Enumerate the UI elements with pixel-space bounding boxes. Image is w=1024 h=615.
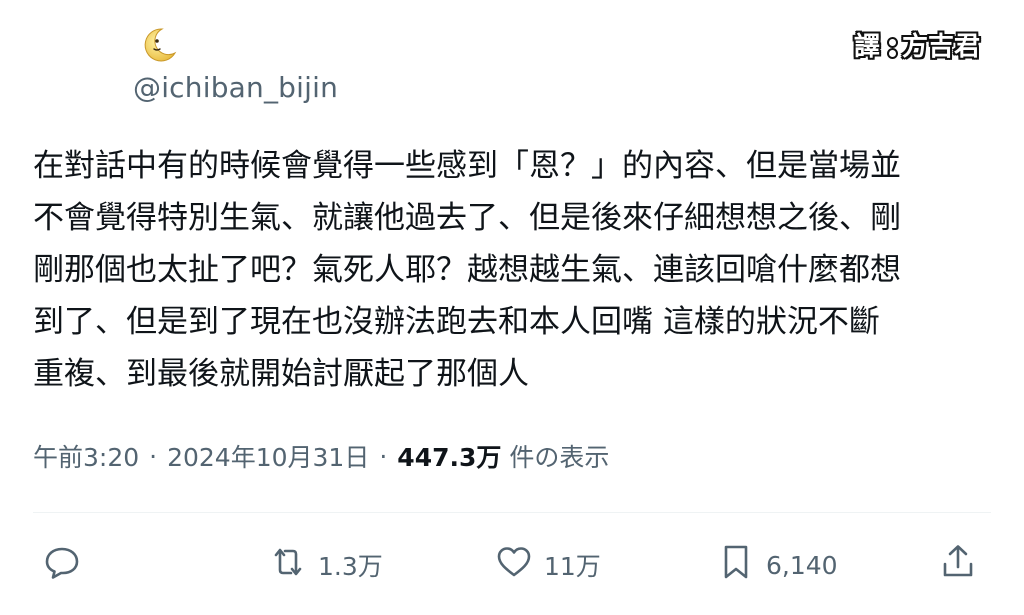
bookmark-button[interactable]: 6,140	[716, 540, 838, 590]
colon-separator-icon	[886, 37, 898, 59]
view-count-label: 件の表示	[509, 443, 610, 472]
tweet-header: @ichiban_bijin 譯 方吉君	[0, 0, 1024, 120]
tweet-text-line: 重複、到最後就開始討厭起了那個人	[33, 356, 529, 392]
like-button[interactable]: 11万	[494, 540, 601, 590]
share-icon	[938, 542, 978, 588]
translator-name: 方吉君	[901, 32, 980, 62]
post-date[interactable]: 2024年10月31日	[167, 438, 369, 474]
share-button[interactable]	[938, 540, 978, 590]
crescent-moon-emoji-icon[interactable]	[140, 26, 178, 64]
retweet-button[interactable]: 1.3万	[268, 540, 383, 590]
tweet-text-line: 在對話中有的時候會覺得一些感到「恩？」的內容、但是當場並	[33, 148, 901, 184]
post-time[interactable]: 午前3:20	[33, 438, 139, 474]
translator-label: 譯	[853, 32, 880, 62]
heart-icon	[494, 542, 534, 588]
retweet-icon	[268, 542, 308, 588]
meta-separator: ·	[149, 441, 158, 471]
tweet-meta: 午前3:20 · 2024年10月31日 · 447.3万 件の表示	[33, 436, 609, 476]
reply-button[interactable]	[42, 540, 92, 590]
author-handle[interactable]: @ichiban_bijin	[133, 71, 338, 105]
retweet-count: 1.3万	[318, 552, 383, 581]
meta-separator: ·	[379, 441, 388, 471]
view-count[interactable]: 447.3万	[397, 438, 501, 474]
tweet-detail: @ichiban_bijin 譯 方吉君 在對話中有的時候會覺得一些感到「恩？」…	[0, 0, 1024, 615]
bookmark-count: 6,140	[766, 550, 838, 580]
reply-bubble-icon	[42, 542, 82, 588]
tweet-text: 在對話中有的時候會覺得一些感到「恩？」的內容、但是當場並 不會覺得特別生氣、就讓…	[33, 140, 1003, 400]
translator-credit: 譯 方吉君	[854, 30, 980, 64]
tweet-text-line: 剛那個也太扯了吧？氣死人耶？越想越生氣、連該回嗆什麼都想	[33, 252, 901, 288]
tweet-text-line: 到了、但是到了現在也沒辦法跑去和本人回嘴 這樣的狀況不斷	[33, 304, 880, 340]
tweet-action-bar: 1.3万 11万 6,140	[0, 540, 1024, 590]
tweet-text-line: 不會覺得特別生氣、就讓他過去了、但是後來仔細想想之後、剛	[33, 200, 901, 236]
divider	[33, 512, 991, 513]
like-count: 11万	[544, 552, 601, 581]
bookmark-icon	[716, 542, 756, 588]
